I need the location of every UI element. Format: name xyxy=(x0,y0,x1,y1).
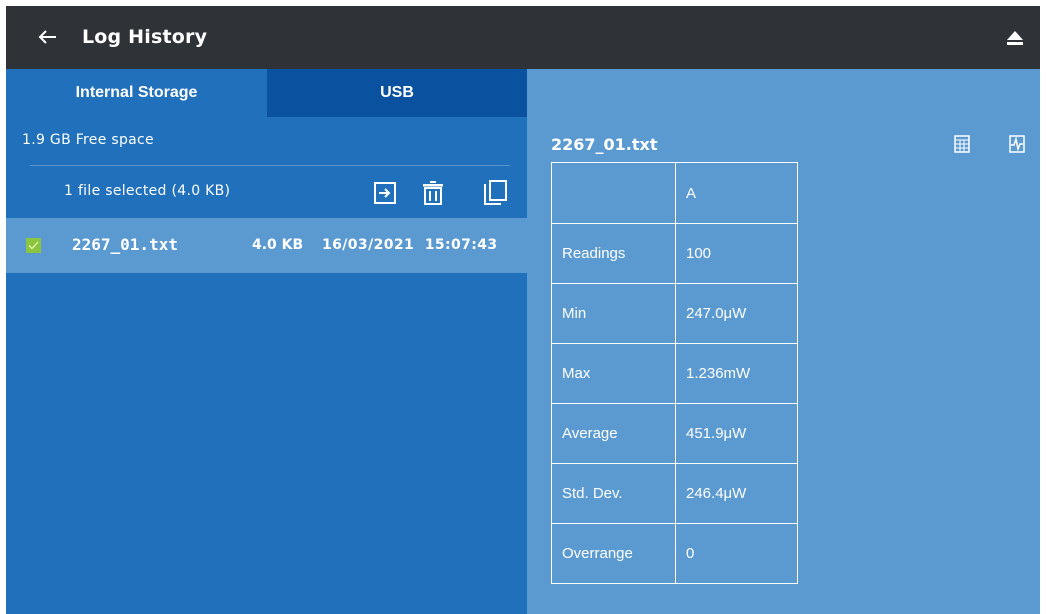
storage-panel: Internal Storage USB 1.9 GB Free space 1… xyxy=(6,69,527,614)
table-row: Overrange 0 xyxy=(551,523,798,584)
detail-file-name: 2267_01.txt xyxy=(551,135,658,154)
table-view-icon[interactable] xyxy=(951,133,973,155)
table-row: Max 1.236mW xyxy=(551,343,798,404)
row-value: 247.0μW xyxy=(675,283,798,344)
file-checkbox[interactable] xyxy=(26,238,41,253)
row-label: Std. Dev. xyxy=(551,463,676,524)
tab-label: Internal Storage xyxy=(75,84,198,101)
export-icon[interactable] xyxy=(372,180,398,206)
column-header: A xyxy=(675,162,798,224)
graph-view-icon[interactable] xyxy=(1006,133,1028,155)
row-label: Overrange xyxy=(551,523,676,584)
row-value: 0 xyxy=(675,523,798,584)
row-value: 1.236mW xyxy=(675,343,798,404)
selection-bar: 1 file selected (4.0 KB) xyxy=(6,166,527,218)
file-date: 16/03/2021 15:07:43 xyxy=(322,237,498,253)
arrow-left-icon[interactable] xyxy=(32,22,62,52)
row-value: 100 xyxy=(675,223,798,284)
page-title: Log History xyxy=(82,26,208,48)
table-row: Average 451.9μW xyxy=(551,403,798,464)
app-frame: Log History Internal Storage USB 1.9 GB … xyxy=(6,6,1040,614)
free-space-label: 1.9 GB Free space xyxy=(22,132,154,148)
selection-summary: 1 file selected (4.0 KB) xyxy=(64,183,231,199)
row-label: Average xyxy=(551,403,676,464)
table-row: Readings 100 xyxy=(551,223,798,284)
row-label: Max xyxy=(551,343,676,404)
table-cell xyxy=(551,162,676,224)
row-label: Readings xyxy=(551,223,676,284)
file-name: 2267_01.txt xyxy=(72,235,178,254)
file-row[interactable]: 2267_01.txt 4.0 KB 16/03/2021 15:07:43 xyxy=(6,218,527,273)
table-row: Min 247.0μW xyxy=(551,283,798,344)
row-value: 246.4μW xyxy=(675,463,798,524)
tab-internal-storage[interactable]: Internal Storage xyxy=(6,69,267,117)
eject-icon[interactable] xyxy=(1002,25,1028,51)
row-label: Min xyxy=(551,283,676,344)
table-row: A xyxy=(551,162,798,224)
table-row: Std. Dev. 246.4μW xyxy=(551,463,798,524)
file-size: 4.0 KB xyxy=(252,237,304,253)
tab-usb[interactable]: USB xyxy=(267,69,527,117)
stats-table: A Readings 100 Min 247.0μW Max 1.236mW A… xyxy=(551,162,798,584)
copy-icon[interactable] xyxy=(482,180,508,206)
delete-icon[interactable] xyxy=(420,180,446,206)
check-icon xyxy=(28,241,39,250)
row-value: 451.9μW xyxy=(675,403,798,464)
detail-panel: 2267_01.txt A Readings 100 Min 247.0μW M… xyxy=(527,69,1040,614)
top-bar: Log History xyxy=(6,6,1040,69)
tab-label: USB xyxy=(380,84,414,101)
